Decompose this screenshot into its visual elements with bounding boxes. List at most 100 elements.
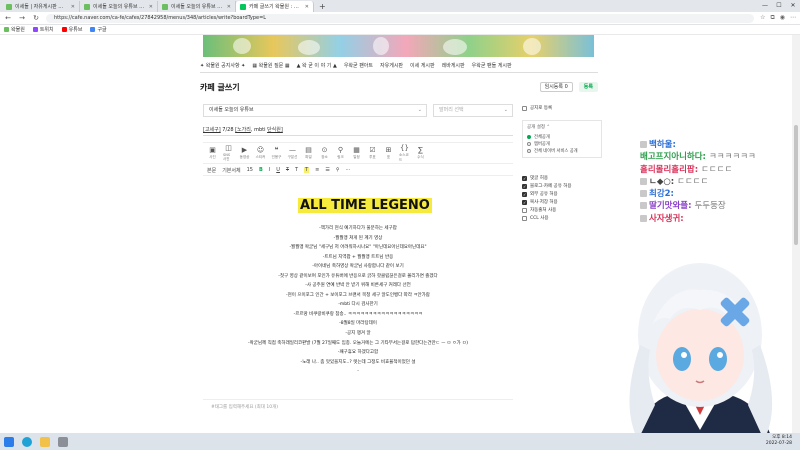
explorer-icon[interactable] <box>40 436 50 447</box>
radio[interactable] <box>527 134 531 139</box>
app-icon[interactable] <box>58 436 68 447</box>
checkbox[interactable]: ✓ <box>522 183 527 189</box>
option-item[interactable]: CCL 사용 <box>522 214 602 222</box>
font-select[interactable]: 기본서체 <box>222 167 240 174</box>
calendar-icon: ▦ <box>353 146 360 154</box>
browser-tab[interactable]: 이세돌 오늘의 유튜브 왁물원 ✕ <box>80 1 158 12</box>
notice-option[interactable]: 공지로 등록 <box>522 104 602 112</box>
post-title-input[interactable]: [고세구] 7/28 [노가리, mbti 단식원] <box>203 124 513 136</box>
windows-start-icon[interactable] <box>4 436 14 447</box>
board-select[interactable]: 이세돌 오늘의 유튜브 ⌄ <box>203 104 427 117</box>
tool-schedule[interactable]: ▦ 일정 <box>351 146 362 160</box>
more-icon[interactable]: ⋯ <box>346 167 351 173</box>
align-icon[interactable]: ≡ <box>315 167 319 173</box>
chat-line: 딸기맛와플: 두두둥장 <box>640 200 795 212</box>
maximize-icon[interactable]: ☐ <box>772 0 786 12</box>
checkbox[interactable] <box>522 207 527 213</box>
tool-formula[interactable]: ∑ 수식 <box>415 146 426 160</box>
tool-sticker[interactable]: ☺ 스티커 <box>255 146 266 160</box>
bookmark-item[interactable]: 구글 <box>90 26 107 33</box>
option-item[interactable]: ✓ 댓글 허용 <box>522 174 602 182</box>
radio[interactable] <box>527 141 531 146</box>
screen: 이세돌 | 자유게시판 왁물원 ✕ 이세돌 오늘의 유튜브 왁물원 ✕ 이세돌 … <box>0 0 800 450</box>
temp-save-button[interactable]: 임시등록 0 <box>539 82 573 92</box>
checkbox[interactable] <box>522 215 527 221</box>
option-item[interactable]: ✓ 복사·저장 허용 <box>522 198 602 206</box>
head-select[interactable]: 말머리 선택 ⌄ <box>433 104 513 117</box>
tool-code[interactable]: {} 소스코드 <box>399 144 410 163</box>
title-part: 단식원] <box>267 127 283 133</box>
checkbox[interactable]: ✓ <box>522 191 527 197</box>
cafe-menu-item[interactable]: 우왁굳 팬아트 <box>344 62 373 69</box>
tool-vote[interactable]: ☑ 투표 <box>367 146 378 160</box>
text-color-button[interactable]: T <box>295 167 298 173</box>
bookmark-item[interactable]: 트위치 <box>32 26 54 33</box>
star-icon[interactable]: ☆ <box>760 14 765 22</box>
bold-button[interactable]: B <box>259 167 263 173</box>
extensions-icon[interactable]: ⧉ <box>770 14 774 22</box>
taskbar-clock[interactable]: 오후 8:14 2022-07-28 <box>766 435 792 447</box>
cafe-menu-item[interactable]: ✦ 왁물원 공지사항 ✦ <box>200 62 245 69</box>
tool-photo[interactable]: ▣ 사진 <box>207 146 218 160</box>
minimize-icon[interactable]: — <box>758 0 772 12</box>
list-icon[interactable]: ☰ <box>325 167 329 173</box>
tool-video[interactable]: ▶ 동영상 <box>239 146 250 160</box>
checkbox[interactable] <box>522 105 527 111</box>
browser-tab[interactable]: 이세돌 | 자유게시판 왁물원 ✕ <box>2 1 80 12</box>
menu-icon[interactable]: ⋯ <box>790 14 796 22</box>
forward-icon[interactable]: → <box>18 14 26 22</box>
tool-place[interactable]: ⊙ 장소 <box>319 146 330 160</box>
tool-quote[interactable]: ❝ 인용구 <box>271 146 282 160</box>
cafe-menu-item[interactable]: 자유게시판 <box>380 62 403 69</box>
checkbox[interactable]: ✓ <box>522 175 527 181</box>
tool-label: 스티커 <box>255 155 266 159</box>
font-size-select[interactable]: 15 <box>247 167 253 173</box>
checkbox[interactable]: ✓ <box>522 199 527 205</box>
cafe-menu-item[interactable]: ▲ 왁 굳 이 야 기 ▲ <box>297 62 337 69</box>
register-button[interactable]: 등록 <box>578 82 598 92</box>
radio-option[interactable]: 전체공개 <box>527 133 597 140</box>
browser-tab[interactable]: 이세돌 오늘의 유튜브 - 왁물원 ✕ <box>158 1 236 12</box>
tool-link[interactable]: ⚲ 링크 <box>335 146 346 160</box>
cafe-menu: ✦ 왁물원 공지사항 ✦ ▦ 왁물원 질문 ▦ ▲ 왁 굳 이 야 기 ▲ 우왁… <box>200 59 598 71</box>
url-input[interactable]: https://cafe.naver.com/ca-fe/cafes/27842… <box>46 13 755 23</box>
tag-input[interactable]: #태그를 입력해주세요 (최대 10개) <box>203 399 513 415</box>
radio[interactable] <box>527 148 531 153</box>
chevron-down-icon: ⌄ <box>417 107 422 113</box>
editor-body[interactable]: ALL TIME LEGENO -책가리 현식 예기하다가 울분하는 세구팝 -… <box>203 180 513 395</box>
close-icon[interactable]: ✕ <box>305 4 309 10</box>
radio-option[interactable]: 멤버공개 <box>527 140 597 147</box>
cafe-menu-item[interactable]: 레바게시판 <box>442 62 465 69</box>
profile-icon[interactable]: ◉ <box>780 14 785 22</box>
strike-button[interactable]: T <box>286 167 289 173</box>
chat-user: 백하울: <box>649 140 676 150</box>
bookmark-item[interactable]: 왁물원 <box>4 26 25 33</box>
close-icon[interactable]: ✕ <box>227 4 231 10</box>
option-item[interactable]: ✓ 블로그·카페 공유 허용 <box>522 182 602 190</box>
cafe-menu-item[interactable]: 우왁굳 팬들 게시판 <box>472 62 512 69</box>
underline-button[interactable]: U <box>276 167 280 173</box>
close-icon[interactable]: ✕ <box>149 4 153 10</box>
highlight-button[interactable]: T <box>304 167 310 173</box>
radio-option[interactable]: 전체 네이버 서비스 공개 <box>527 147 597 154</box>
reload-icon[interactable]: ↻ <box>32 14 40 22</box>
new-tab-button[interactable]: + <box>314 1 331 12</box>
cafe-menu-item[interactable]: ▦ 왁물원 질문 ▦ <box>252 62 289 69</box>
option-item[interactable]: ✓ 외부 공유 허용 <box>522 190 602 198</box>
back-icon[interactable]: ← <box>4 14 12 22</box>
cafe-menu-item[interactable]: 이세 게시판 <box>410 62 435 69</box>
tool-sns-photo[interactable]: ◫ SNS 사진 <box>223 144 234 162</box>
close-icon[interactable]: ✕ <box>71 4 75 10</box>
italic-button[interactable]: I <box>269 167 270 173</box>
tool-file[interactable]: ▤ 파일 <box>303 146 314 160</box>
paragraph-style-select[interactable]: 본문 <box>207 167 216 174</box>
tool-divider[interactable]: — 구분선 <box>287 146 298 160</box>
option-item[interactable]: 자동출처 사용 <box>522 206 602 214</box>
close-window-icon[interactable]: ✕ <box>786 0 800 12</box>
chat-badge-icon <box>640 141 647 148</box>
edge-icon[interactable] <box>22 436 32 447</box>
link-icon[interactable]: ⚲ <box>336 167 340 173</box>
browser-tab-active[interactable]: 카페 글쓰기 왁물원 : 공방 게시 ✕ <box>236 1 314 12</box>
bookmark-item[interactable]: 유튜브 <box>61 26 82 33</box>
tool-table[interactable]: ⊞ 표 <box>383 146 394 160</box>
